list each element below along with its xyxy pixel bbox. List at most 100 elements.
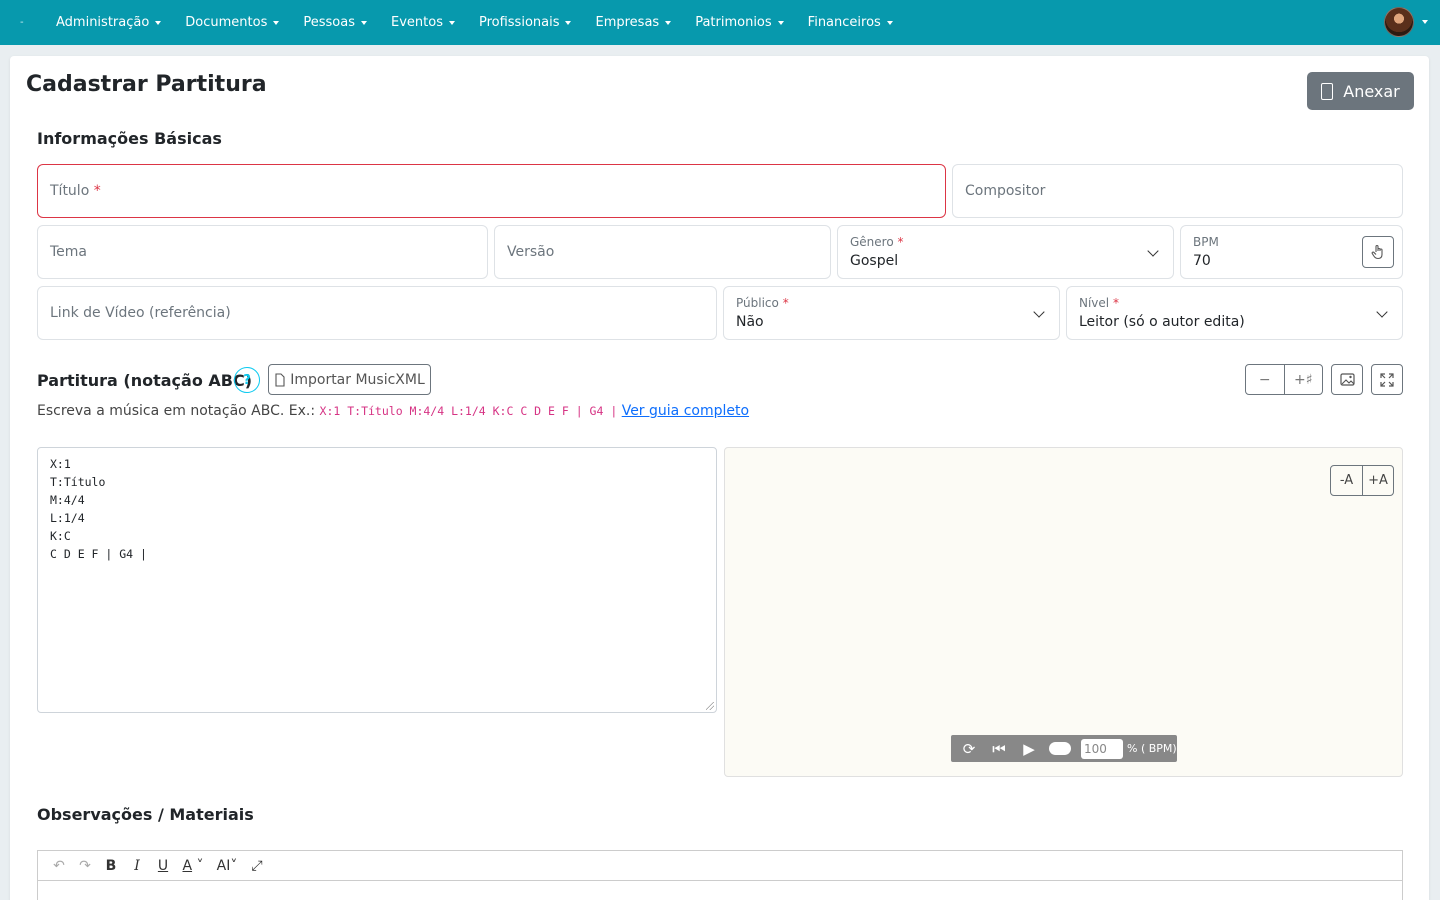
nav-item-financeiros[interactable]: Financeiros: [808, 15, 893, 30]
undo-icon[interactable]: ↶: [46, 858, 72, 874]
score-preview: -A +A ⟳ ⏮ ▶ 100 % ( BPM): [724, 447, 1403, 777]
chevron-down-icon: [1376, 306, 1388, 318]
caret-down-icon: [777, 20, 784, 25]
export-image-button[interactable]: [1331, 364, 1363, 395]
restart-icon[interactable]: ⏮: [989, 740, 1009, 758]
loop-icon[interactable]: ⟳: [959, 740, 979, 758]
versao-field[interactable]: Versão: [494, 225, 831, 279]
help-button[interactable]: ?: [234, 367, 260, 393]
required-mark: *: [782, 296, 789, 310]
nav-item-documentos[interactable]: Documentos: [185, 15, 280, 30]
transpose-up-button[interactable]: +♯: [1285, 365, 1323, 394]
video-link-placeholder: Link de Vídeo (referência): [50, 305, 231, 321]
hand-pointer-icon: [1371, 244, 1383, 260]
caret-down-icon: [155, 20, 162, 25]
publico-value: Não: [736, 314, 764, 330]
abc-hint: Escreva a música em notação ABC. Ex.: X:…: [37, 403, 749, 419]
abc-line: M:4/4: [50, 493, 85, 507]
zoom-group: -A +A: [1330, 465, 1394, 496]
nav-item-eventos[interactable]: Eventos: [391, 15, 455, 30]
attach-label: Anexar: [1343, 81, 1400, 101]
abc-line: K:C: [50, 529, 71, 543]
fullscreen-editor-icon[interactable]: ⤢: [244, 858, 270, 874]
document-icon: [1321, 82, 1334, 100]
abc-line: X:1: [50, 457, 71, 471]
video-link-field[interactable]: Link de Vídeo (referência): [37, 286, 717, 340]
genero-value: Gospel: [850, 253, 899, 269]
bpm-value: 70: [1193, 253, 1211, 269]
rich-text-editor[interactable]: [37, 880, 1403, 900]
chevron-down-icon: [1147, 245, 1159, 257]
tempo-unit: % ( BPM): [1127, 742, 1177, 755]
nivel-label: Nível: [1079, 296, 1110, 310]
metronome-toggle[interactable]: [1049, 742, 1071, 755]
abc-textarea[interactable]: X:1 T:Título M:4/4 L:1/4 K:C C D E F | G…: [37, 447, 717, 713]
compositor-placeholder: Compositor: [965, 183, 1046, 199]
import-musicxml-label: Importar MusicXML: [290, 371, 425, 388]
chevron-down-icon: [1033, 306, 1045, 318]
abc-line: T:Título: [50, 475, 106, 489]
required-mark: *: [897, 235, 904, 249]
user-menu-caret-icon[interactable]: [1422, 20, 1428, 24]
section-title-basic: Informações Básicas: [37, 129, 222, 148]
redo-icon[interactable]: ↷: [72, 858, 98, 874]
nav-item-empresas[interactable]: Empresas: [595, 15, 672, 30]
caret-down-icon: [886, 20, 893, 25]
hint-text: Escreva a música em notação ABC. Ex.:: [37, 403, 316, 419]
nav-item-profissionais[interactable]: Profissionais: [479, 15, 572, 30]
nav-item-pessoas[interactable]: Pessoas: [303, 15, 367, 30]
audio-player: ⟳ ⏮ ▶ 100 % ( BPM): [951, 735, 1177, 762]
underline-icon[interactable]: U: [150, 858, 176, 874]
genero-label: Gênero: [850, 235, 894, 249]
genero-select[interactable]: Gênero * Gospel: [837, 225, 1174, 279]
nav-item-administracao[interactable]: Administração: [56, 15, 162, 30]
nivel-select[interactable]: Nível * Leitor (só o autor edita): [1066, 286, 1403, 340]
compositor-field[interactable]: Compositor: [952, 164, 1403, 218]
resize-handle[interactable]: [706, 702, 714, 710]
abc-line: C D E F | G4 |: [50, 547, 147, 561]
bold-icon[interactable]: B: [98, 858, 124, 874]
attach-button[interactable]: Anexar: [1307, 72, 1414, 110]
caret-down-icon: [448, 20, 455, 25]
required-mark: *: [1112, 296, 1119, 310]
transpose-group: − +♯: [1245, 364, 1323, 395]
italic-icon[interactable]: I: [124, 858, 150, 874]
caret-down-icon: [273, 20, 280, 25]
guide-link[interactable]: Ver guia completo: [622, 403, 749, 419]
nivel-value: Leitor (só o autor edita): [1079, 314, 1245, 330]
play-icon[interactable]: ▶: [1019, 740, 1039, 758]
user-avatar[interactable]: [1384, 7, 1414, 37]
abc-line: L:1/4: [50, 511, 85, 525]
bpm-field[interactable]: BPM 70: [1180, 225, 1403, 279]
form-card: Cadastrar Partitura Anexar Informações B…: [10, 56, 1429, 900]
publico-select[interactable]: Público * Não: [723, 286, 1060, 340]
fullscreen-button[interactable]: [1371, 364, 1403, 395]
tap-tempo-button[interactable]: [1362, 236, 1394, 268]
bpm-label: BPM: [1193, 235, 1219, 249]
score-section-title: Partitura (notação ABC): [37, 371, 253, 390]
publico-label: Público: [736, 296, 779, 310]
rich-text-toolbar: ↶ ↷ B I U A ˅ AI˅ ⤢: [37, 850, 1403, 881]
nav-item-patrimonios[interactable]: Patrimonios: [695, 15, 784, 30]
font-size-icon[interactable]: AI˅: [210, 858, 244, 874]
page-title: Cadastrar Partitura: [26, 72, 267, 97]
tema-field[interactable]: Tema: [37, 225, 488, 279]
top-navbar: - Administração Documentos Pessoas Event…: [0, 0, 1440, 45]
hint-example-code: X:1 T:Título M:4/4 L:1/4 K:C C D E F | G…: [319, 404, 618, 418]
image-icon: [1339, 373, 1355, 386]
zoom-out-button[interactable]: -A: [1331, 466, 1362, 495]
versao-placeholder: Versão: [507, 244, 555, 260]
titulo-field[interactable]: Título *: [37, 164, 946, 218]
transpose-down-button[interactable]: −: [1246, 365, 1285, 394]
tempo-input[interactable]: 100: [1081, 738, 1123, 759]
tema-placeholder: Tema: [50, 244, 88, 260]
required-mark: *: [93, 183, 101, 199]
expand-icon: [1380, 372, 1394, 387]
file-icon: [275, 372, 285, 387]
caret-down-icon: [565, 20, 572, 25]
zoom-in-button[interactable]: +A: [1362, 466, 1393, 495]
brand[interactable]: -: [20, 17, 56, 28]
import-musicxml-button[interactable]: Importar MusicXML: [268, 364, 431, 395]
caret-down-icon: [361, 20, 367, 25]
font-color-icon[interactable]: A ˅: [176, 858, 210, 874]
